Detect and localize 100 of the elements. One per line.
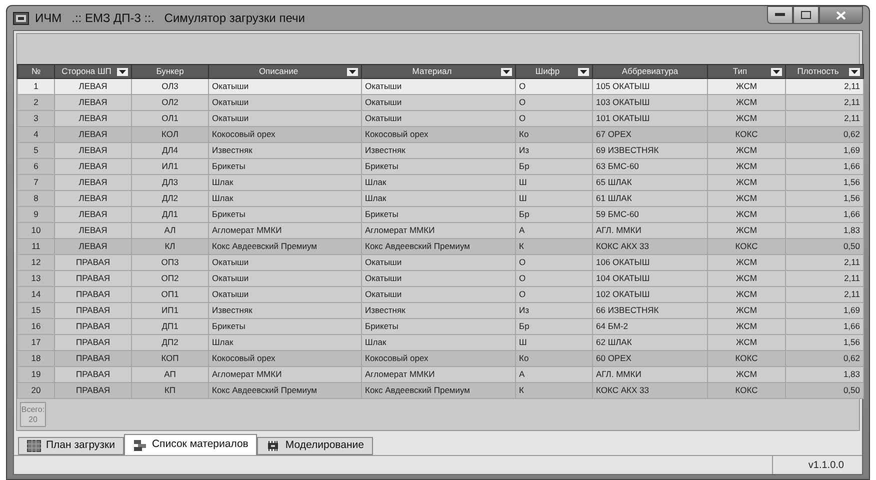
table-cell: Агломерат ММКИ (208, 222, 362, 238)
table-cell: ЖСМ (708, 142, 786, 158)
table-cell: 65 ШЛАК (592, 174, 708, 190)
filter-dropdown-icon[interactable] (578, 68, 589, 76)
table-cell: Ш (516, 190, 592, 206)
table-cell: ЖСМ (708, 254, 786, 270)
column-header[interactable]: Плотность (786, 64, 864, 78)
table-cell: 1,66 (786, 318, 864, 334)
table-cell: 59 БМС-60 (592, 206, 708, 222)
table-cell: ОЛ1 (132, 110, 208, 126)
table-cell: 1,83 (786, 366, 864, 382)
table-row[interactable]: 5 ЛЕВАЯ ДЛ4 Известняк Известняк Из 69 ИЗВЕСТНЯК ЖСМ 1,69 (18, 142, 864, 158)
table-row[interactable]: 1 ЛЕВАЯ ОЛ3 Окатыши Окатыши О 105 ОКАТЫШ ЖСМ 2,11 (18, 78, 864, 94)
table-cell: Из (516, 302, 592, 318)
table-row[interactable]: 17 ПРАВАЯ ДП2 Шлак Шлак Ш 62 ШЛАК ЖСМ 1,56 (18, 334, 864, 350)
row-number: 17 (18, 334, 54, 350)
table-cell: 2,11 (786, 78, 864, 94)
table-cell: Окатыши (362, 270, 516, 286)
table-cell: ПРАВАЯ (54, 270, 132, 286)
table-cell: ЖСМ (708, 270, 786, 286)
table-cell: Брикеты (208, 318, 362, 334)
table-cell: КП (132, 382, 208, 398)
table-row[interactable]: 11 ЛЕВАЯ КЛ Кокс Авдеевский Премиум Кокс Авдеевский Премиум К КОКС АКХ 33 КОКС 0,50 (18, 238, 864, 254)
column-header[interactable]: Аббревиатура (592, 64, 708, 78)
row-number: 15 (18, 302, 54, 318)
table-row[interactable]: 19 ПРАВАЯ АП Агломерат ММКИ Агломерат ММКИ А АГЛ. ММКИ ЖСМ 1,83 (18, 366, 864, 382)
table-row[interactable]: 18 ПРАВАЯ КОП Кокосовый орех Кокосовый орех Ко 60 ОРЕХ КОКС 0,62 (18, 350, 864, 366)
column-header[interactable]: № (18, 64, 54, 78)
table-cell: КОКС АКХ 33 (592, 382, 708, 398)
table-cell: Кокосовый орех (208, 126, 362, 142)
table-cell: КОП (132, 350, 208, 366)
table-row[interactable]: 16 ПРАВАЯ ДП1 Брикеты Брикеты Бр 64 БМ-2 ЖСМ 1,66 (18, 318, 864, 334)
table-cell: 1,66 (786, 158, 864, 174)
close-button[interactable] (819, 6, 863, 24)
table-row[interactable]: 15 ПРАВАЯ ИП1 Известняк Известняк Из 66 ИЗВЕСТНЯК ЖСМ 1,69 (18, 302, 864, 318)
table-cell: К (516, 382, 592, 398)
table-cell: Окатыши (362, 286, 516, 302)
table-cell: ЛЕВАЯ (54, 174, 132, 190)
table-cell: ЖСМ (708, 366, 786, 382)
column-header[interactable]: Описание (208, 64, 362, 78)
table-cell: 1,56 (786, 174, 864, 190)
filter-dropdown-icon[interactable] (117, 68, 128, 76)
filter-dropdown-icon[interactable] (849, 68, 860, 76)
table-cell: Кокс Авдеевский Премиум (208, 238, 362, 254)
tab[interactable]: План загрузки (18, 437, 124, 456)
table-row[interactable]: 14 ПРАВАЯ ОП1 Окатыши Окатыши О 102 ОКАТЫШ ЖСМ 2,11 (18, 286, 864, 302)
table-cell: ПРАВАЯ (54, 254, 132, 270)
table-cell: ЖСМ (708, 302, 786, 318)
filter-dropdown-icon[interactable] (771, 68, 782, 76)
table-cell: Ко (516, 350, 592, 366)
table-cell: 61 ШЛАК (592, 190, 708, 206)
table-row[interactable]: 7 ЛЕВАЯ ДЛ3 Шлак Шлак Ш 65 ШЛАК ЖСМ 1,56 (18, 174, 864, 190)
table-row[interactable]: 8 ЛЕВАЯ ДЛ2 Шлак Шлак Ш 61 ШЛАК ЖСМ 1,56 (18, 190, 864, 206)
table-cell: КОЛ (132, 126, 208, 142)
table-cell: ОП1 (132, 286, 208, 302)
table-cell: ПРАВАЯ (54, 286, 132, 302)
table-cell: ЛЕВАЯ (54, 238, 132, 254)
maximize-button[interactable] (793, 6, 819, 24)
table-cell: КОКС (708, 350, 786, 366)
table-row[interactable]: 4 ЛЕВАЯ КОЛ Кокосовый орех Кокосовый орех Ко 67 ОРЕХ КОКС 0,62 (18, 126, 864, 142)
filter-dropdown-icon[interactable] (347, 68, 358, 76)
table-cell: Кокс Авдеевский Премиум (208, 382, 362, 398)
table-cell: ЛЕВАЯ (54, 78, 132, 94)
table-cell: Шлак (362, 334, 516, 350)
table-row[interactable]: 20 ПРАВАЯ КП Кокс Авдеевский Премиум Кокс Авдеевский Премиум К КОКС АКХ 33 КОКС 0,50 (18, 382, 864, 398)
column-header[interactable]: Сторона ШП (54, 64, 132, 78)
table-cell: 102 ОКАТЫШ (592, 286, 708, 302)
row-number: 13 (18, 270, 54, 286)
column-header[interactable]: Тип (708, 64, 786, 78)
tab[interactable]: Моделирование (257, 437, 373, 456)
table-cell: 62 ШЛАК (592, 334, 708, 350)
row-number: 2 (18, 94, 54, 110)
table-cell: Окатыши (208, 286, 362, 302)
table-row[interactable]: 9 ЛЕВАЯ ДЛ1 Брикеты Брикеты Бр 59 БМС-60 ЖСМ 1,66 (18, 206, 864, 222)
table-cell: ЖСМ (708, 206, 786, 222)
row-number: 3 (18, 110, 54, 126)
table-cell: 69 ИЗВЕСТНЯК (592, 142, 708, 158)
filter-dropdown-icon[interactable] (501, 68, 512, 76)
table-row[interactable]: 2 ЛЕВАЯ ОЛ2 Окатыши Окатыши О 103 ОКАТЫШ ЖСМ 2,11 (18, 94, 864, 110)
table-cell: КОКС (708, 126, 786, 142)
tab[interactable]: Список материалов (124, 434, 258, 456)
table-row[interactable]: 13 ПРАВАЯ ОП2 Окатыши Окатыши О 104 ОКАТЫШ ЖСМ 2,11 (18, 270, 864, 286)
table-row[interactable]: 10 ЛЕВАЯ АЛ Агломерат ММКИ Агломерат ММКИ А АГЛ. ММКИ ЖСМ 1,83 (18, 222, 864, 238)
table-cell: Окатыши (208, 110, 362, 126)
table-cell: 1,56 (786, 190, 864, 206)
table-cell: 0,62 (786, 126, 864, 142)
table-cell: КЛ (132, 238, 208, 254)
table-cell: ИЛ1 (132, 158, 208, 174)
table-row[interactable]: 12 ПРАВАЯ ОП3 Окатыши Окатыши О 106 ОКАТЫШ ЖСМ 2,11 (18, 254, 864, 270)
minimize-button[interactable] (767, 6, 793, 24)
row-number: 14 (18, 286, 54, 302)
table-row[interactable]: 3 ЛЕВАЯ ОЛ1 Окатыши Окатыши О 101 ОКАТЫШ ЖСМ 2,11 (18, 110, 864, 126)
column-header[interactable]: Шифр (516, 64, 592, 78)
row-number: 8 (18, 190, 54, 206)
column-header[interactable]: Материал (362, 64, 516, 78)
table-cell: 106 ОКАТЫШ (592, 254, 708, 270)
table-row[interactable]: 6 ЛЕВАЯ ИЛ1 Брикеты Брикеты Бр 63 БМС-60 ЖСМ 1,66 (18, 158, 864, 174)
table-cell: А (516, 222, 592, 238)
row-number: 12 (18, 254, 54, 270)
column-header[interactable]: Бункер (132, 64, 208, 78)
